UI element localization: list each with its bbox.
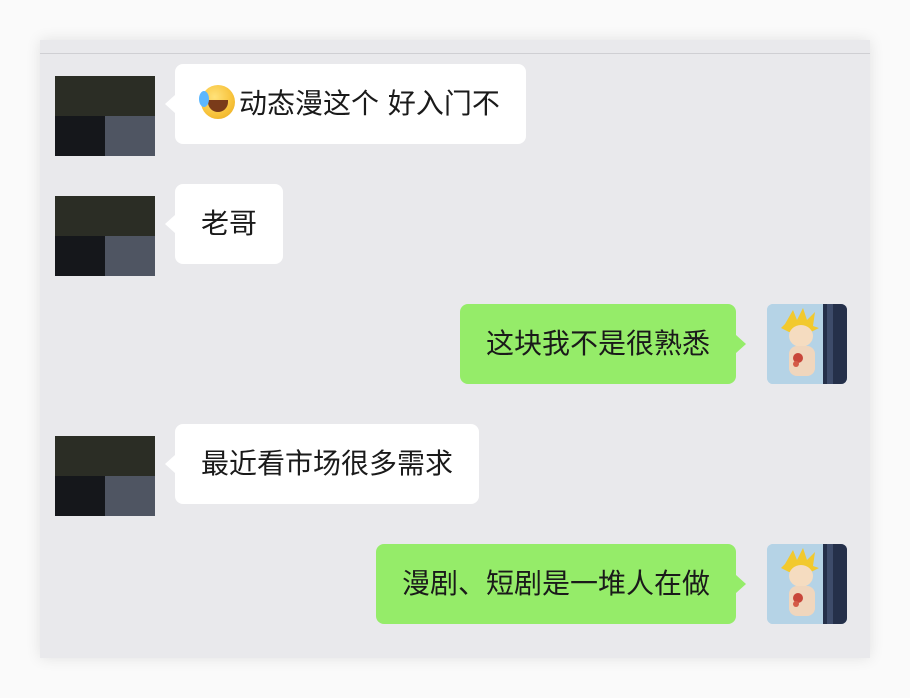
avatar-block (105, 116, 155, 156)
user-avatar[interactable] (767, 304, 847, 384)
contact-avatar[interactable] (55, 196, 155, 276)
message-bubble-incoming[interactable]: 动态漫这个 好入门不 (165, 64, 526, 144)
message-text: 漫剧、短剧是一堆人在做 (401, 567, 710, 600)
crying-laughing-emoji-icon (199, 85, 235, 119)
message-bubble-outgoing[interactable]: 漫剧、短剧是一堆人在做 (375, 544, 747, 624)
avatar-block (55, 196, 155, 236)
avatar-block (55, 236, 105, 276)
contact-avatar[interactable] (55, 436, 155, 516)
anime-character-icon (767, 544, 847, 624)
chat-window: 动态漫这个 好入门不 老哥 这块我不是很熟悉 最近看市场很多需求 漫剧、短剧是一… (40, 40, 870, 658)
anime-character-icon (767, 304, 847, 384)
top-divider (40, 53, 870, 54)
avatar-block (105, 476, 155, 516)
message-text: 老哥 (201, 207, 258, 240)
avatar-block (55, 76, 155, 116)
message-bubble-incoming[interactable]: 老哥 (164, 184, 284, 264)
avatar-block (105, 236, 155, 276)
message-text: 最近看市场很多需求 (201, 447, 454, 480)
avatar-block (55, 116, 105, 156)
avatar-block (55, 476, 105, 516)
user-avatar[interactable] (767, 544, 847, 624)
message-bubble-outgoing[interactable]: 这块我不是很熟悉 (459, 304, 747, 384)
message-bubble-incoming[interactable]: 最近看市场很多需求 (164, 424, 480, 504)
message-text: 这块我不是很熟悉 (485, 327, 710, 360)
message-text: 动态漫这个 好入门不 (239, 87, 500, 120)
avatar-block (55, 436, 155, 476)
contact-avatar[interactable] (55, 76, 155, 156)
